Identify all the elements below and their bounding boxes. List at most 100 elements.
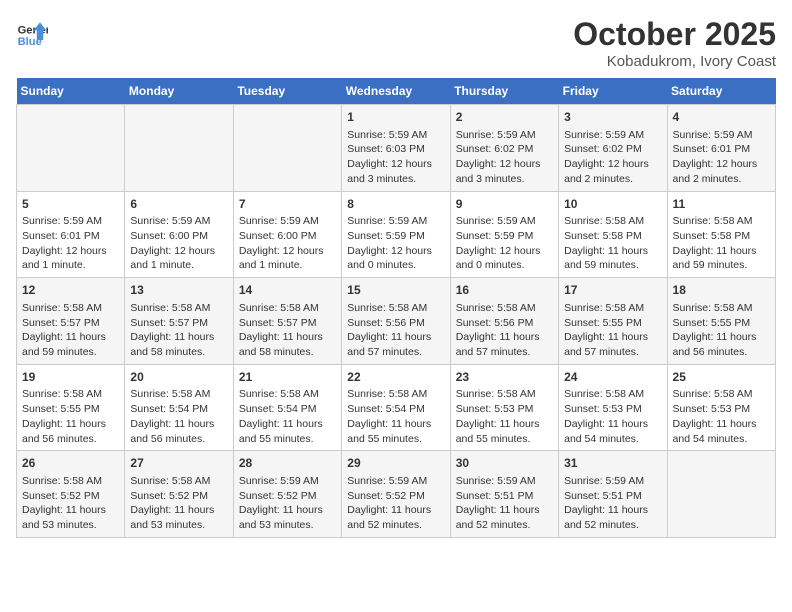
calendar-week-4: 19Sunrise: 5:58 AMSunset: 5:55 PMDayligh… (17, 364, 776, 451)
calendar-cell: 14 Sunrise: 5:58 AMSunset: 5:57 PMDayligh… (233, 278, 341, 365)
day-info: Sunset: 6:01 PM (22, 229, 119, 244)
calendar-cell: 13Sunrise: 5:58 AMSunset: 5:57 PMDayligh… (125, 278, 233, 365)
calendar-week-1: 1Sunrise: 5:59 AMSunset: 6:03 PMDaylight… (17, 105, 776, 192)
day-info: Sunrise: 5:59 AM (673, 128, 770, 143)
weekday-header-monday: Monday (125, 78, 233, 105)
calendar-cell (667, 451, 775, 538)
day-info: Sunrise: 5:59 AM (456, 474, 553, 489)
day-info: Daylight: 11 hours and 57 minutes. (456, 330, 553, 359)
day-number: 26 (22, 455, 119, 472)
calendar-cell: 9Sunrise: 5:59 AMSunset: 5:59 PMDaylight… (450, 191, 558, 278)
day-info: Sunrise: 5:59 AM (239, 474, 336, 489)
calendar-cell (17, 105, 125, 192)
day-number: 21 (239, 369, 336, 386)
calendar-cell: 22Sunrise: 5:58 AMSunset: 5:54 PMDayligh… (342, 364, 450, 451)
day-info: Daylight: 11 hours and 55 minutes. (239, 417, 336, 446)
day-info: Sunrise: 5:58 AM (239, 301, 336, 316)
day-info: Sunset: 6:00 PM (239, 229, 336, 244)
day-info: Sunset: 5:58 PM (673, 229, 770, 244)
calendar-cell: 12Sunrise: 5:58 AMSunset: 5:57 PMDayligh… (17, 278, 125, 365)
day-number: 2 (456, 109, 553, 126)
day-info: Sunset: 5:51 PM (564, 489, 661, 504)
page-title: October 2025 (573, 16, 776, 53)
weekday-header-tuesday: Tuesday (233, 78, 341, 105)
calendar-cell: 8Sunrise: 5:59 AMSunset: 5:59 PMDaylight… (342, 191, 450, 278)
day-info: Sunset: 5:55 PM (22, 402, 119, 417)
day-info: Sunrise: 5:58 AM (673, 387, 770, 402)
day-number: 28 (239, 455, 336, 472)
day-info: Sunrise: 5:58 AM (564, 214, 661, 229)
weekday-header-row: SundayMondayTuesdayWednesdayThursdayFrid… (17, 78, 776, 105)
day-info: Sunset: 6:03 PM (347, 142, 444, 157)
day-info: Sunset: 5:54 PM (239, 402, 336, 417)
calendar-cell: 17Sunrise: 5:58 AMSunset: 5:55 PMDayligh… (559, 278, 667, 365)
day-info: Daylight: 12 hours and 1 minute. (130, 244, 227, 273)
day-info: Daylight: 12 hours and 0 minutes. (347, 244, 444, 273)
day-info: Daylight: 12 hours and 1 minute. (239, 244, 336, 273)
day-info: Daylight: 11 hours and 52 minutes. (456, 503, 553, 532)
day-info: Sunrise: 5:58 AM (347, 387, 444, 402)
day-info: Sunrise: 5:58 AM (130, 301, 227, 316)
day-info: Sunrise: 5:58 AM (347, 301, 444, 316)
calendar-cell: 21Sunrise: 5:58 AMSunset: 5:54 PMDayligh… (233, 364, 341, 451)
day-info: Sunset: 6:01 PM (673, 142, 770, 157)
day-info: Sunrise: 5:59 AM (130, 214, 227, 229)
calendar-cell: 11Sunrise: 5:58 AMSunset: 5:58 PMDayligh… (667, 191, 775, 278)
day-info: Sunset: 5:53 PM (564, 402, 661, 417)
day-info: Sunset: 5:59 PM (456, 229, 553, 244)
calendar-cell (125, 105, 233, 192)
calendar-cell: 25Sunrise: 5:58 AMSunset: 5:53 PMDayligh… (667, 364, 775, 451)
calendar-cell: 3Sunrise: 5:59 AMSunset: 6:02 PMDaylight… (559, 105, 667, 192)
day-info: Sunset: 6:00 PM (130, 229, 227, 244)
day-number: 7 (239, 196, 336, 213)
calendar-cell: 10Sunrise: 5:58 AMSunset: 5:58 PMDayligh… (559, 191, 667, 278)
calendar-cell: 20Sunrise: 5:58 AMSunset: 5:54 PMDayligh… (125, 364, 233, 451)
day-info: Sunset: 5:51 PM (456, 489, 553, 504)
calendar-cell: 30 Sunrise: 5:59 AMSunset: 5:51 PMDayligh… (450, 451, 558, 538)
day-info: Sunrise: 5:59 AM (22, 214, 119, 229)
day-info: Daylight: 11 hours and 59 minutes. (564, 244, 661, 273)
day-info: Daylight: 11 hours and 58 minutes. (239, 330, 336, 359)
day-info: Daylight: 12 hours and 3 minutes. (347, 157, 444, 186)
day-info: Sunrise: 5:58 AM (130, 474, 227, 489)
day-number: 22 (347, 369, 444, 386)
day-number: 8 (347, 196, 444, 213)
day-info: Sunset: 5:53 PM (673, 402, 770, 417)
day-info: Sunset: 5:52 PM (130, 489, 227, 504)
calendar-cell: 27Sunrise: 5:58 AMSunset: 5:52 PMDayligh… (125, 451, 233, 538)
day-info: Sunrise: 5:59 AM (564, 474, 661, 489)
logo-icon: General Blue (16, 16, 48, 48)
day-info: Sunset: 5:55 PM (673, 316, 770, 331)
day-number: 16 (456, 282, 553, 299)
calendar-week-2: 5Sunrise: 5:59 AMSunset: 6:01 PMDaylight… (17, 191, 776, 278)
calendar-cell: 18Sunrise: 5:58 AMSunset: 5:55 PMDayligh… (667, 278, 775, 365)
day-info: Daylight: 12 hours and 3 minutes. (456, 157, 553, 186)
day-number: 6 (130, 196, 227, 213)
logo: General Blue (16, 16, 48, 48)
weekday-header-saturday: Saturday (667, 78, 775, 105)
day-info: Sunset: 5:55 PM (564, 316, 661, 331)
day-info: Sunrise: 5:58 AM (673, 301, 770, 316)
day-number: 12 (22, 282, 119, 299)
day-number: 25 (673, 369, 770, 386)
day-info: Daylight: 11 hours and 53 minutes. (22, 503, 119, 532)
day-number: 4 (673, 109, 770, 126)
day-number: 1 (347, 109, 444, 126)
day-number: 14 (239, 282, 336, 299)
day-info: Sunrise: 5:58 AM (22, 387, 119, 402)
day-info: Sunset: 5:57 PM (22, 316, 119, 331)
day-number: 30 (456, 455, 553, 472)
day-info: Daylight: 12 hours and 1 minute. (22, 244, 119, 273)
day-info: Sunrise: 5:59 AM (564, 128, 661, 143)
calendar-cell: 5Sunrise: 5:59 AMSunset: 6:01 PMDaylight… (17, 191, 125, 278)
day-info: Daylight: 11 hours and 59 minutes. (673, 244, 770, 273)
day-info: Sunset: 6:02 PM (564, 142, 661, 157)
day-info: Sunset: 5:57 PM (239, 316, 336, 331)
day-info: Sunrise: 5:58 AM (22, 301, 119, 316)
calendar-cell: 31Sunrise: 5:59 AMSunset: 5:51 PMDayligh… (559, 451, 667, 538)
day-info: Sunset: 5:52 PM (347, 489, 444, 504)
day-info: Daylight: 11 hours and 56 minutes. (130, 417, 227, 446)
day-number: 11 (673, 196, 770, 213)
calendar-cell: 4Sunrise: 5:59 AMSunset: 6:01 PMDaylight… (667, 105, 775, 192)
calendar-week-5: 26Sunrise: 5:58 AMSunset: 5:52 PMDayligh… (17, 451, 776, 538)
